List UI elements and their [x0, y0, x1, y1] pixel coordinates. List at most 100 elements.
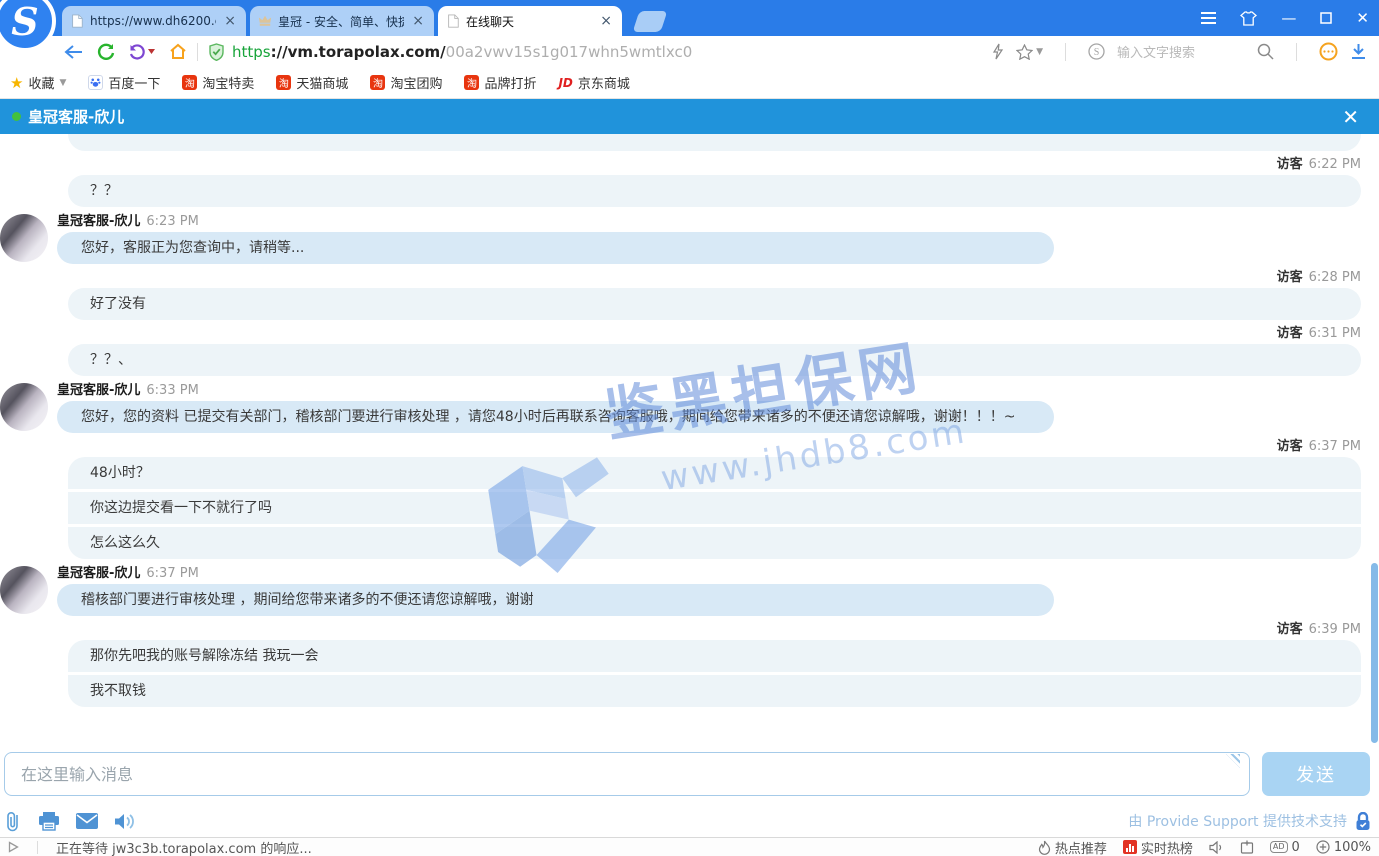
agent-message-block: 皇冠客服-欣儿6:23 PM 您好，客服正为您查询中，请稍等...	[0, 213, 1379, 264]
chat-message-list[interactable]: 访客6:22 PM ？？ 皇冠客服-欣儿6:23 PM 您好，客服正为您查询中，…	[0, 134, 1379, 749]
visitor-message: 我不取钱	[68, 675, 1361, 707]
url-path: 00a2vwv15s1g017whn5wmtlxc0	[446, 43, 693, 61]
bookmarks-bar: ★ 收藏 ▼ 百度一下 淘 淘宝特卖 淘 天猫商城 淘 淘宝团购 淘 品牌打折 …	[0, 67, 1379, 99]
hot-recommend-button[interactable]: 热点推荐	[1038, 838, 1107, 856]
visitor-meta: 访客6:28 PM	[0, 269, 1361, 286]
url-host: ://vm.torapolax.com/	[271, 43, 446, 61]
zoom-control[interactable]: 100%	[1316, 840, 1371, 855]
visitor-message: 你这边提交看一下不就行了吗	[68, 492, 1361, 524]
bookmark-tmall[interactable]: 淘 天猫商城	[276, 73, 348, 92]
powered-by[interactable]: 由 Provide Support 提供技术支持	[1128, 811, 1371, 831]
play-icon[interactable]	[8, 841, 19, 853]
back-icon[interactable]	[64, 44, 83, 60]
bookmark-taobao-group[interactable]: 淘 淘宝团购	[370, 73, 442, 92]
bookmark-jd[interactable]: JD 京东商城	[558, 73, 629, 92]
email-icon[interactable]	[76, 813, 98, 829]
search-magnifier-icon[interactable]	[1257, 43, 1274, 60]
attachment-icon[interactable]	[4, 810, 22, 832]
visitor-message: 好了没有	[68, 288, 1361, 320]
download-icon[interactable]	[1350, 43, 1367, 60]
taobao-icon: 淘	[182, 75, 197, 90]
chevron-down-icon: ▼	[1036, 47, 1043, 57]
sound-icon[interactable]	[114, 812, 136, 831]
tab-close-icon[interactable]: ×	[222, 13, 238, 29]
extensions-smiley-icon[interactable]	[1319, 42, 1338, 61]
favorites-menu[interactable]: ★ 收藏 ▼	[10, 73, 66, 92]
message-input[interactable]	[4, 752, 1250, 796]
visitor-message: 那你先吧我的账号解除冻结 我玩一会	[68, 640, 1361, 672]
chat-close-icon[interactable]: ✕	[1342, 105, 1359, 129]
tab-strip: https://www.dh6200.cc × 皇冠 - 安全、简单、快捷 × …	[62, 6, 664, 36]
tab-huangguan[interactable]: 皇冠 - 安全、简单、快捷 ×	[250, 6, 434, 36]
undo-icon[interactable]	[129, 44, 155, 60]
visitor-message: ？？、	[68, 344, 1361, 376]
ad-block-counter[interactable]: AD 0	[1270, 840, 1300, 855]
flame-icon	[1038, 840, 1051, 855]
tab-dh6200[interactable]: https://www.dh6200.cc ×	[62, 6, 246, 36]
agent-avatar	[0, 383, 48, 431]
zoom-plus-icon	[1316, 840, 1330, 854]
tab-online-chat-active[interactable]: 在线聊天 ×	[438, 6, 622, 36]
lightning-icon[interactable]	[992, 43, 1004, 60]
agent-message: 您好，客服正为您查询中，请稍等...	[57, 232, 1054, 264]
visitor-message: ？？	[68, 175, 1361, 207]
visitor-meta: 访客6:39 PM	[0, 621, 1361, 638]
mute-button[interactable]	[1209, 841, 1224, 854]
taobao-icon: 淘	[370, 75, 385, 90]
sogou-search-icon: S	[1088, 43, 1105, 60]
crown-icon	[258, 14, 272, 28]
chat-title: 皇冠客服-欣儿	[28, 106, 1342, 127]
visitor-meta: 访客6:37 PM	[0, 438, 1361, 455]
url-scheme: https	[232, 43, 271, 61]
visitor-message: 48小时？	[68, 457, 1361, 489]
security-shield-icon[interactable]	[208, 43, 225, 61]
visitor-meta: 访客6:31 PM	[0, 325, 1361, 342]
send-button[interactable]: 发送	[1262, 752, 1370, 796]
maximize-button[interactable]	[1320, 12, 1332, 24]
minimize-button[interactable]: —	[1281, 11, 1296, 26]
page-icon	[70, 14, 84, 28]
visitor-message: 怎么这么久	[68, 527, 1361, 559]
chat-toolbar: 由 Provide Support 提供技术支持	[4, 808, 1371, 834]
menu-icon[interactable]	[1201, 12, 1216, 24]
agent-message-block: 皇冠客服-欣儿6:33 PM 您好，您的资料 已提交有关部门，稽核部门要进行审核…	[0, 382, 1379, 433]
search-input[interactable]: 输入文字搜索	[1117, 42, 1245, 61]
title-bar: S https://www.dh6200.cc × 皇冠 - 安全、简单、快捷 …	[0, 0, 1379, 36]
lock-icon	[1355, 812, 1371, 831]
tab-title: 在线聊天	[466, 13, 592, 30]
agent-avatar	[0, 214, 48, 262]
tab-close-icon[interactable]: ×	[598, 13, 614, 29]
hot-rank-button[interactable]: 实时热榜	[1123, 838, 1193, 856]
navigation-toolbar: https://vm.torapolax.com/00a2vwv15s1g017…	[0, 36, 1379, 67]
message-composer: 发送	[4, 752, 1370, 796]
favorite-star-icon[interactable]: ▼	[1016, 44, 1043, 60]
scrollbar-thumb[interactable]	[1371, 563, 1378, 743]
chat-header: 皇冠客服-欣儿 ✕	[0, 99, 1379, 134]
agent-avatar	[0, 566, 48, 614]
tab-close-icon[interactable]: ×	[410, 13, 426, 29]
bookmark-brand-discount[interactable]: 淘 品牌打折	[464, 73, 536, 92]
browser-status-bar: 正在等待 jw3c3b.torapolax.com 的响应... 热点推荐 实时…	[0, 837, 1379, 856]
browser-window: S https://www.dh6200.cc × 皇冠 - 安全、简单、快捷 …	[0, 0, 1379, 856]
address-bar[interactable]: https://vm.torapolax.com/00a2vwv15s1g017…	[208, 43, 692, 61]
home-icon[interactable]	[169, 43, 187, 60]
baidu-paw-icon	[88, 75, 103, 90]
star-icon: ★	[10, 74, 23, 92]
visitor-message-partial	[68, 134, 1361, 151]
square-plus-icon	[1240, 840, 1254, 854]
bookmark-baidu[interactable]: 百度一下	[88, 73, 160, 92]
bookmark-taobao-sale[interactable]: 淘 淘宝特卖	[182, 73, 254, 92]
print-icon[interactable]	[38, 811, 60, 831]
skin-tshirt-icon[interactable]	[1240, 11, 1257, 26]
jd-icon: JD	[558, 76, 572, 90]
taobao-icon: 淘	[276, 75, 291, 90]
page-collect-button[interactable]	[1240, 840, 1254, 854]
new-tab-button[interactable]	[633, 11, 668, 32]
chart-bars-icon	[1123, 840, 1137, 854]
online-status-dot	[12, 112, 21, 121]
window-controls: — ✕	[1201, 0, 1369, 36]
close-window-button[interactable]: ✕	[1356, 11, 1369, 26]
taobao-icon: 淘	[464, 75, 479, 90]
refresh-icon[interactable]	[97, 43, 115, 60]
tab-title: https://www.dh6200.cc	[90, 14, 216, 28]
